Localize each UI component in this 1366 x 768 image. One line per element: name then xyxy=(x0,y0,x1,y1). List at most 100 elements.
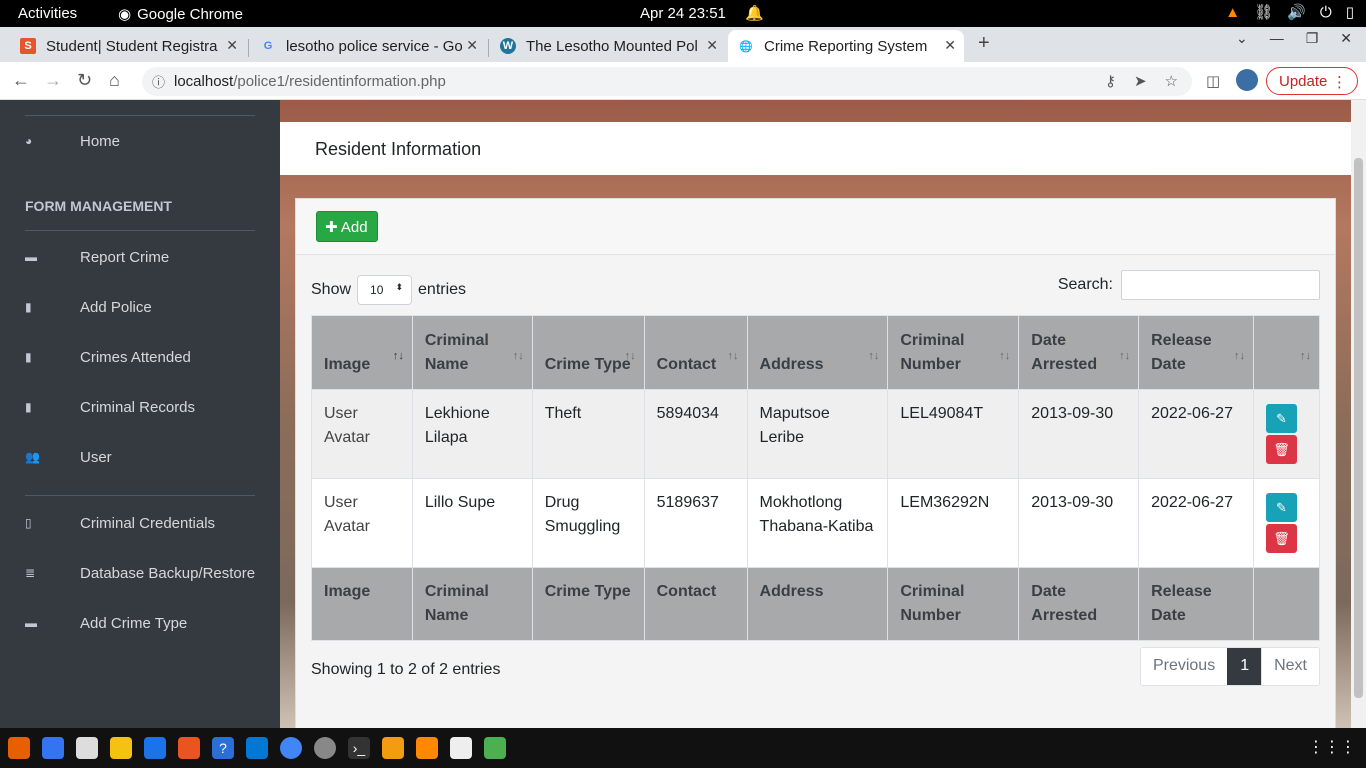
tab-student-registration[interactable]: S Student| Student Registra ✕ xyxy=(10,30,246,62)
send-icon[interactable]: ➤ xyxy=(1134,72,1147,90)
tab-crime-reporting-system[interactable]: 🌐 Crime Reporting System ✕ xyxy=(728,30,964,62)
sidebar-item-criminal-credentials[interactable]: ▯ Criminal Credentials xyxy=(0,508,280,538)
next-page-button[interactable]: Next xyxy=(1261,648,1319,685)
sidebar-item-add-crime-type[interactable]: ▬ Add Crime Type xyxy=(0,608,280,638)
site-info-icon[interactable]: ⓘ xyxy=(152,72,165,91)
files-icon[interactable] xyxy=(76,737,98,759)
side-panel-icon[interactable]: ◫ xyxy=(1206,72,1220,90)
column-header-date-arrested[interactable]: Date Arrested ↑↓ xyxy=(1018,315,1140,390)
sidebar-item-database-backup[interactable]: ≣ Database Backup/Restore xyxy=(0,558,280,588)
key-icon[interactable]: ⚷ xyxy=(1105,72,1116,90)
scrollbar-thumb[interactable] xyxy=(1354,158,1363,698)
database-icon: ≣ xyxy=(25,566,36,580)
column-header-release-date[interactable]: Release Date ↑↓ xyxy=(1138,315,1254,390)
main-content: Resident Information ✚ Add Show 10 ⬍ entr… xyxy=(280,100,1351,728)
search-input[interactable] xyxy=(1121,270,1320,300)
user-avatar-image: User Avatar xyxy=(311,478,413,568)
sidebar-item-crimes-attended[interactable]: ▮ Crimes Attended xyxy=(0,342,280,372)
sidebar-divider xyxy=(25,115,255,116)
app-icon[interactable] xyxy=(382,737,404,759)
profile-avatar[interactable] xyxy=(1236,69,1258,91)
home-icon[interactable]: ⌂ xyxy=(109,70,120,91)
writer-icon[interactable] xyxy=(144,737,166,759)
table-row: User Avatar Lekhione Lilapa Theft 589403… xyxy=(311,389,1321,479)
page-scrollbar[interactable] xyxy=(1351,100,1366,728)
table-info: Showing 1 to 2 of 2 entries xyxy=(311,661,501,678)
column-header-contact[interactable]: Contact ↑↓ xyxy=(643,315,748,390)
trash-icon: 🗑 xyxy=(1273,531,1290,546)
sidebar-item-add-police[interactable]: ▮ Add Police xyxy=(0,292,280,322)
app-name: Google Chrome xyxy=(137,5,243,23)
wordpress-favicon-icon: W xyxy=(500,38,516,54)
column-header-criminal-number[interactable]: Criminal Number ↑↓ xyxy=(887,315,1020,390)
address-bar[interactable]: ⓘ localhost/police1/residentinformation.… xyxy=(142,67,1192,96)
vscode-icon[interactable] xyxy=(246,737,268,759)
table-row: User Avatar Lillo Supe Drug Smuggling 51… xyxy=(311,478,1321,568)
cell-crime-type: Drug Smuggling xyxy=(531,478,645,568)
activities-button[interactable]: Activities xyxy=(18,5,77,22)
column-header-image[interactable]: Image ↑↓ xyxy=(311,315,413,390)
browser-tab-bar: S Student| Student Registra ✕ G lesotho … xyxy=(0,27,1366,62)
volume-icon: 🔊 xyxy=(1287,4,1306,21)
cell-address: Maputsoe Leribe xyxy=(746,389,889,479)
tab-lesotho-mounted-police[interactable]: W The Lesotho Mounted Pol ✕ xyxy=(490,30,726,62)
delete-button[interactable]: 🗑 xyxy=(1265,524,1297,553)
thunderbird-icon[interactable] xyxy=(42,737,64,759)
cell-contact: 5894034 xyxy=(643,389,748,479)
vlc-dock-icon[interactable] xyxy=(416,737,438,759)
sidebar-item-user[interactable]: 👥 User xyxy=(0,442,280,472)
delete-button[interactable]: 🗑 xyxy=(1265,435,1297,464)
edit-icon: ✎ xyxy=(1276,411,1287,426)
app-menu[interactable]: ◉ Google Chrome xyxy=(118,5,243,24)
minimize-icon[interactable]: — xyxy=(1270,30,1284,47)
menu-dots-icon[interactable]: ⋮ xyxy=(1332,73,1347,91)
software-icon[interactable] xyxy=(178,737,200,759)
close-tab-icon[interactable]: ✕ xyxy=(944,37,956,54)
rhythmbox-icon[interactable] xyxy=(110,737,132,759)
new-tab-plus-icon[interactable]: + xyxy=(978,32,990,55)
firefox-icon[interactable] xyxy=(8,737,30,759)
edit-button[interactable]: ✎ xyxy=(1265,493,1297,522)
close-window-icon[interactable]: ✕ xyxy=(1340,30,1352,47)
system-tray[interactable]: ▲ ⛓ 🔊 ⏻ ▯ xyxy=(1225,3,1354,22)
sidebar-item-home[interactable]: ◕ Home xyxy=(0,126,280,156)
sidebar-item-criminal-records[interactable]: ▮ Criminal Records xyxy=(0,392,280,422)
table-header-row: Image ↑↓ Criminal Name ↑↓ Crime Type ↑↓ Con… xyxy=(311,315,1321,390)
close-tab-icon[interactable]: ✕ xyxy=(706,37,718,54)
chrome-dock-icon[interactable] xyxy=(280,737,302,759)
column-header-crime-type[interactable]: Crime Type ↑↓ xyxy=(531,315,645,390)
restore-icon[interactable]: ❐ xyxy=(1306,30,1319,47)
page-title: Resident Information xyxy=(315,139,482,159)
cell-criminal-name: Lillo Supe xyxy=(411,478,533,568)
tab-search-chevron-icon[interactable]: ⌄ xyxy=(1236,30,1248,47)
edit-button[interactable]: ✎ xyxy=(1265,404,1297,433)
help-icon[interactable]: ? xyxy=(212,737,234,759)
entries-select[interactable]: 10 ⬍ xyxy=(357,275,413,305)
tab-google-search[interactable]: G lesotho police service - Go ✕ xyxy=(250,30,486,62)
trash-dock-icon[interactable] xyxy=(484,737,506,759)
forward-arrow-icon[interactable]: → xyxy=(44,70,62,91)
file-icon: ▮ xyxy=(25,350,32,364)
close-tab-icon[interactable]: ✕ xyxy=(226,37,238,54)
close-tab-icon[interactable]: ✕ xyxy=(466,37,478,54)
column-header-address[interactable]: Address ↑↓ xyxy=(746,315,889,390)
power-icon: ⏻ xyxy=(1319,3,1332,21)
cell-criminal-number: LEM36292N xyxy=(887,478,1020,568)
reload-icon[interactable]: ↻ xyxy=(77,70,92,91)
bookmark-star-icon[interactable]: ☆ xyxy=(1165,72,1178,90)
show-apps-icon[interactable]: ⋮⋮⋮ xyxy=(1308,737,1356,757)
back-arrow-icon[interactable]: ← xyxy=(12,70,30,91)
page-1-button[interactable]: 1 xyxy=(1227,648,1262,685)
update-button[interactable]: Update ⋮ xyxy=(1266,67,1358,95)
window-controls: ⌄ — ❐ ✕ xyxy=(1236,30,1352,47)
settings-icon[interactable] xyxy=(314,737,336,759)
previous-page-button[interactable]: Previous xyxy=(1140,648,1228,685)
add-button[interactable]: ✚ Add xyxy=(316,211,378,242)
cell-criminal-number: LEL49084T xyxy=(887,389,1020,479)
terminal-icon[interactable]: ›_ xyxy=(348,737,370,759)
sidebar-item-report-crime[interactable]: ▬ Report Crime xyxy=(0,242,280,272)
column-header-criminal-name[interactable]: Criminal Name ↑↓ xyxy=(411,315,533,390)
clock[interactable]: Apr 24 23:51 xyxy=(640,5,726,22)
column-header-actions[interactable]: ↑↓ xyxy=(1252,315,1321,390)
document-icon[interactable] xyxy=(450,737,472,759)
